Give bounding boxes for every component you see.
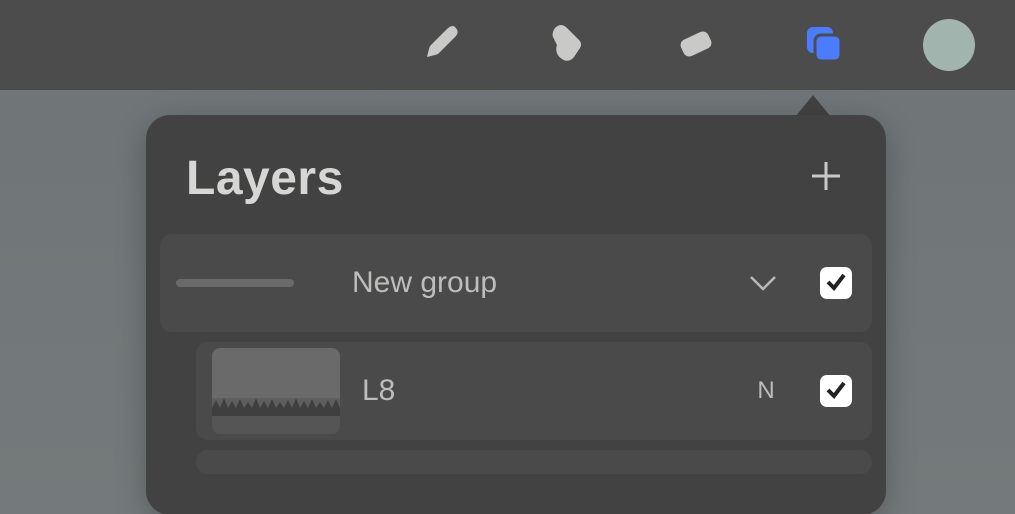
layers-tool[interactable] bbox=[795, 17, 851, 73]
check-icon bbox=[825, 270, 847, 297]
layers-icon bbox=[799, 19, 847, 72]
layer-row[interactable]: L8 N bbox=[196, 342, 872, 440]
group-handle[interactable] bbox=[176, 279, 294, 287]
layers-panel: Layers New group L8 bbox=[146, 115, 886, 514]
chevron-down-icon bbox=[746, 287, 780, 304]
layer-row[interactable] bbox=[196, 450, 872, 474]
brush-tool[interactable] bbox=[411, 17, 467, 73]
eraser-icon bbox=[671, 19, 719, 72]
smudge-tool[interactable] bbox=[539, 17, 595, 73]
thumbnail-trees-icon bbox=[212, 396, 340, 416]
brush-icon bbox=[415, 19, 463, 72]
panel-pointer bbox=[795, 95, 831, 117]
blend-mode-badge[interactable]: N bbox=[752, 377, 780, 405]
group-visibility-checkbox[interactable] bbox=[820, 267, 852, 299]
eraser-tool[interactable] bbox=[667, 17, 723, 73]
layer-group-row[interactable]: New group bbox=[160, 234, 872, 332]
layer-visibility-checkbox[interactable] bbox=[820, 375, 852, 407]
layer-label: L8 bbox=[362, 374, 730, 408]
color-chip[interactable] bbox=[923, 19, 975, 71]
top-toolbar bbox=[0, 0, 1015, 90]
layer-thumbnail[interactable] bbox=[212, 348, 340, 434]
smudge-icon bbox=[543, 19, 591, 72]
group-expand-toggle[interactable] bbox=[746, 266, 780, 300]
plus-icon bbox=[808, 158, 844, 199]
check-icon bbox=[825, 378, 847, 405]
group-label: New group bbox=[352, 266, 724, 300]
panel-title: Layers bbox=[186, 151, 344, 206]
panel-header: Layers bbox=[146, 115, 886, 234]
add-layer-button[interactable] bbox=[806, 159, 846, 199]
